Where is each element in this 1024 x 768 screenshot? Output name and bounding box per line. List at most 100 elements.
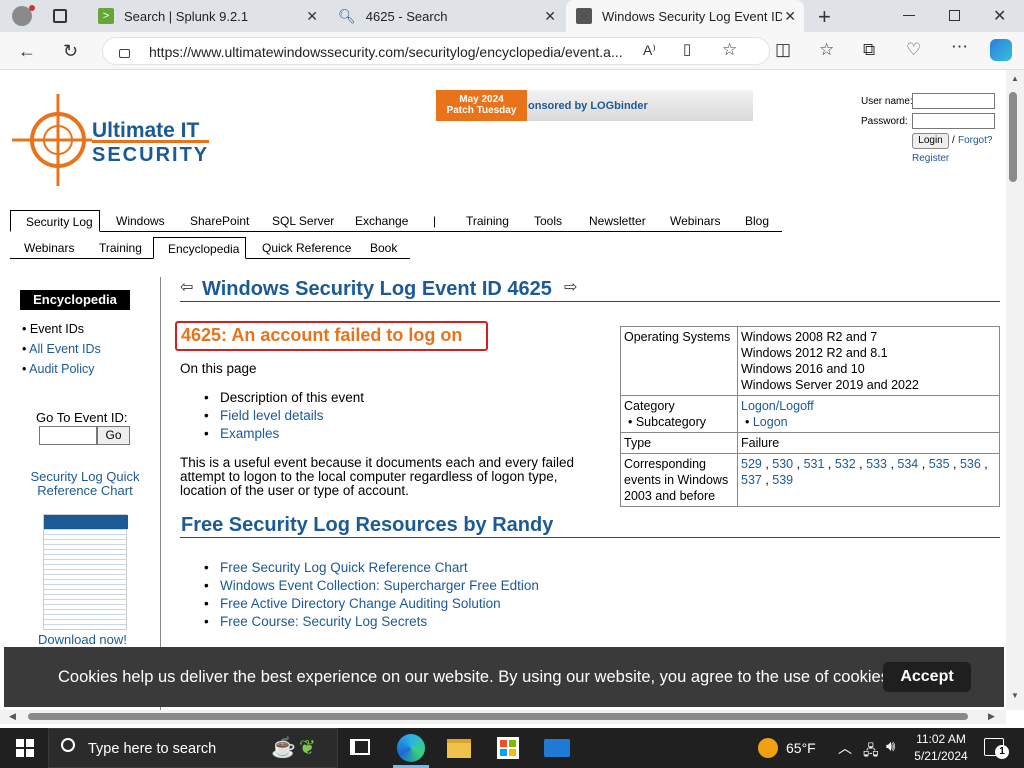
resource-link[interactable]: Free Course: Security Log Secrets <box>220 614 427 629</box>
mail-icon[interactable] <box>544 739 570 757</box>
subnav-encyclopedia[interactable]: Encyclopedia <box>168 242 239 256</box>
event-link[interactable]: 539 <box>772 473 793 487</box>
nav-blog[interactable]: Blog <box>745 214 769 228</box>
download-now-link[interactable]: Download now! <box>38 632 127 647</box>
username-input[interactable] <box>912 93 995 109</box>
login-button[interactable]: Login <box>912 133 949 149</box>
event-link[interactable]: 533 <box>866 457 887 471</box>
scroll-left-arrow-icon[interactable]: ◀ <box>9 711 16 722</box>
vertical-scrollbar[interactable]: ▲ ▼ <box>1006 70 1024 710</box>
windows-start-icon[interactable] <box>16 739 34 757</box>
back-icon[interactable]: ← <box>18 42 36 60</box>
register-link[interactable]: Register <box>912 153 949 164</box>
close-tab-icon[interactable]: ✕ <box>306 8 318 25</box>
task-view-icon[interactable] <box>350 739 370 755</box>
address-bar[interactable]: https://www.ultimatewindowssecurity.com/… <box>102 37 770 65</box>
weather-icon[interactable] <box>758 738 778 758</box>
vertical-scroll-thumb[interactable] <box>1009 92 1017 182</box>
nav-sharepoint[interactable]: SharePoint <box>190 214 249 228</box>
sidebar-item-label[interactable]: All Event IDs <box>29 342 101 356</box>
event-link[interactable]: 532 <box>835 457 856 471</box>
tab-windows-security-log[interactable]: Windows Security Log Event ID 4 ✕ <box>566 0 804 32</box>
event-link[interactable]: 535 <box>929 457 950 471</box>
event-link[interactable]: 536 <box>960 457 981 471</box>
resource-link[interactable]: Windows Event Collection: Supercharger F… <box>220 578 539 593</box>
network-icon[interactable]: 🖧︎ <box>863 740 879 764</box>
close-tab-icon[interactable]: ✕ <box>544 8 556 25</box>
toc-examples-link[interactable]: Examples <box>220 426 279 441</box>
nav-tools[interactable]: Tools <box>534 214 562 228</box>
quick-reference-chart-link[interactable]: Security Log Quick Reference Chart <box>30 470 140 497</box>
collections-icon[interactable]: ⧉ <box>863 41 875 58</box>
split-screen-icon[interactable]: ◫ <box>775 41 791 58</box>
scroll-down-arrow-icon[interactable]: ▼ <box>1011 691 1019 700</box>
password-input[interactable] <box>912 113 995 129</box>
nav-webinars[interactable]: Webinars <box>670 214 720 228</box>
horizontal-scroll-thumb[interactable] <box>28 713 968 720</box>
scroll-right-arrow-icon[interactable]: ▶ <box>988 711 995 722</box>
event-link[interactable]: 529 <box>741 457 762 471</box>
immersive-reader-icon[interactable]: ▯ <box>683 42 691 57</box>
copilot-icon[interactable] <box>990 39 1012 61</box>
accept-cookies-button[interactable]: Accept <box>883 662 971 692</box>
nav-training[interactable]: Training <box>466 214 509 228</box>
sidebar-item-event-ids[interactable]: • Event IDs <box>22 322 84 336</box>
clock-date[interactable]: 5/21/2024 <box>910 749 972 763</box>
nav-exchange[interactable]: Exchange <box>355 214 408 228</box>
nav-windows[interactable]: Windows <box>116 214 165 228</box>
horizontal-scrollbar[interactable]: ◀ ▶ <box>0 710 1006 724</box>
sidebar-item-audit-policy[interactable]: • Audit Policy <box>22 362 94 376</box>
favorite-star-icon[interactable]: ☆ <box>722 41 737 58</box>
store-icon[interactable] <box>497 737 519 759</box>
forgot-link[interactable]: Forgot? <box>958 135 992 146</box>
nav-security-log[interactable]: Security Log <box>26 215 93 229</box>
volume-icon[interactable]: 🔊︎ <box>886 738 895 755</box>
event-link[interactable]: 534 <box>897 457 918 471</box>
prev-event-arrow-icon[interactable]: ⇦ <box>180 277 193 297</box>
read-aloud-icon[interactable]: A⁾ <box>643 43 656 57</box>
sponsor-banner[interactable]: May 2024 Patch Tuesday onsored by LOGbin… <box>436 90 753 121</box>
resource-link[interactable]: Free Security Log Quick Reference Chart <box>220 560 468 575</box>
close-window-icon[interactable]: ✕ <box>993 6 1006 26</box>
close-tab-icon[interactable]: ✕ <box>784 8 796 25</box>
category-link[interactable]: Logon/Logoff <box>741 399 814 413</box>
nav-newsletter[interactable]: Newsletter <box>589 214 646 228</box>
event-link[interactable]: 531 <box>804 457 825 471</box>
favorites-icon[interactable]: ☆ <box>819 41 834 58</box>
toc-description[interactable]: Description of this event <box>220 390 364 405</box>
resource-link[interactable]: Free Active Directory Change Auditing So… <box>220 596 501 611</box>
clock-time[interactable]: 11:02 AM <box>914 732 968 746</box>
minimize-icon[interactable] <box>903 15 915 16</box>
toc-field-details-link[interactable]: Field level details <box>220 408 324 423</box>
restore-icon[interactable] <box>949 10 960 21</box>
refresh-icon[interactable]: ↻ <box>63 42 78 60</box>
event-link[interactable]: 530 <box>772 457 793 471</box>
new-tab-icon[interactable]: + <box>818 4 831 30</box>
lock-icon[interactable] <box>119 49 130 58</box>
goto-event-input[interactable] <box>39 426 97 445</box>
subnav-webinars[interactable]: Webinars <box>24 241 74 255</box>
more-menu-icon[interactable]: ⋯ <box>951 38 968 55</box>
event-link[interactable]: 537 <box>741 473 762 487</box>
edge-taskbar-icon[interactable] <box>397 734 425 762</box>
subcategory-link[interactable]: Logon <box>753 415 788 429</box>
temperature[interactable]: 65°F <box>786 740 816 756</box>
sidebar-item-label[interactable]: Audit Policy <box>29 362 94 376</box>
nav-sql-server[interactable]: SQL Server <box>272 214 334 228</box>
logo[interactable]: Ultimate IT SECURITY <box>12 92 217 188</box>
scroll-up-arrow-icon[interactable]: ▲ <box>1011 74 1019 83</box>
performance-icon[interactable]: ♡ <box>906 41 921 58</box>
taskbar-search-box[interactable]: Type here to search ☕ ❦ <box>48 728 338 768</box>
subnav-book[interactable]: Book <box>370 241 397 255</box>
file-explorer-icon[interactable] <box>447 739 471 758</box>
subnav-quick-reference[interactable]: Quick Reference <box>262 241 351 255</box>
next-event-arrow-icon[interactable]: ⇨ <box>564 277 577 297</box>
tab-splunk[interactable]: > Search | Splunk 9.2.1 ✕ <box>88 0 326 32</box>
tab-4625-search[interactable]: 🔍︎ 4625 - Search ✕ <box>328 0 564 32</box>
go-button[interactable]: Go <box>97 426 130 445</box>
quick-reference-chart-thumbnail[interactable] <box>43 514 128 630</box>
subnav-training[interactable]: Training <box>99 241 142 255</box>
show-hidden-icons-chevron-icon[interactable]: ︿ <box>838 738 852 758</box>
tab-actions-icon[interactable] <box>53 9 67 23</box>
sidebar-item-all-event-ids[interactable]: • All Event IDs <box>22 342 101 356</box>
